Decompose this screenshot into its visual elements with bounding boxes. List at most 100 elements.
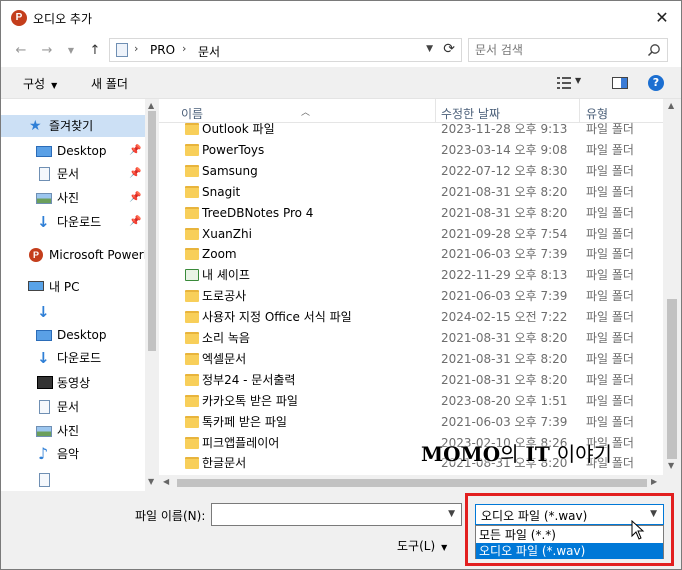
file-name: Outlook 파일 <box>202 122 275 136</box>
forward-arrow-icon[interactable]: → <box>39 43 55 59</box>
file-list-scroll-thumb[interactable] <box>667 299 677 459</box>
nav-item-pc-downloads-2[interactable]: ↓ 다운로드 <box>1 347 145 369</box>
chevron-down-icon[interactable]: ▼ <box>650 509 657 519</box>
folder-icon <box>185 123 199 135</box>
file-type-option-wav[interactable]: 오디오 파일 (*.wav) <box>476 543 663 559</box>
help-button[interactable]: ? <box>648 75 664 91</box>
view-details-icon[interactable] <box>557 77 571 89</box>
nav-item-videos[interactable]: 동영상 <box>1 372 145 394</box>
chevron-down-icon[interactable]: ▼ <box>448 509 455 519</box>
nav-item-quick-access[interactable]: ★ 즐겨찾기 <box>1 115 145 137</box>
pin-icon[interactable]: 📌 <box>129 163 141 185</box>
folder-icon <box>185 457 199 470</box>
pc-icon <box>28 281 44 291</box>
horizontal-scroll-thumb[interactable] <box>177 479 647 487</box>
file-name: 도로공사 <box>202 289 247 304</box>
nav-item-pc-pictures[interactable]: 사진 <box>1 420 145 442</box>
file-name: XuanZhi <box>202 226 252 241</box>
nav-scrollbar[interactable]: ▲ ▼ <box>145 99 159 491</box>
nav-item-label: 동영상 <box>57 376 91 390</box>
preview-pane-icon[interactable] <box>612 77 628 89</box>
file-row[interactable]: TreeDBNotes Pro 4 2021-08-31 오후 8:20 파일 폴더 <box>159 203 663 224</box>
file-row[interactable]: 도로공사 2021-06-03 오후 7:39 파일 폴더 <box>159 286 663 307</box>
tools-button[interactable]: 도구(L) ▼ <box>397 537 447 554</box>
file-row[interactable]: Outlook 파일 2023-11-28 오후 9:13 파일 폴더 <box>159 119 663 140</box>
file-list-vertical-scrollbar[interactable]: ▲ ▼ <box>663 99 681 475</box>
file-type: 파일 폴더 <box>586 351 634 366</box>
file-row[interactable]: 내 셰이프 2022-11-29 오후 8:13 파일 폴더 <box>159 265 663 286</box>
search-icon[interactable] <box>647 43 661 57</box>
nav-item-documents[interactable]: 문서 📌 <box>1 163 145 185</box>
download-icon: ↓ <box>37 349 50 367</box>
address-dropdown-chevron-icon[interactable]: ▼ <box>426 44 433 54</box>
organize-button[interactable]: 구성 ▼ <box>23 75 57 92</box>
search-input[interactable] <box>475 42 635 58</box>
view-options-chevron-icon[interactable]: ▼ <box>575 76 581 85</box>
mouse-cursor-icon <box>631 520 645 540</box>
scroll-up-icon[interactable]: ▲ <box>668 101 674 110</box>
nav-item-microsoft-powerpoint[interactable]: P Microsoft PowerP <box>1 244 145 266</box>
nav-item-desktop[interactable]: Desktop 📌 <box>1 140 145 162</box>
folder-location-icon <box>116 43 128 57</box>
nav-item-this-pc[interactable]: 내 PC <box>1 276 145 298</box>
file-row[interactable]: PowerToys 2023-03-14 오후 9:08 파일 폴더 <box>159 140 663 161</box>
file-row[interactable]: 소리 녹음 2021-08-31 오후 8:20 파일 폴더 <box>159 328 663 349</box>
nav-item-pc-downloads[interactable]: ↓ <box>1 301 145 323</box>
file-list-horizontal-scrollbar[interactable]: ◀ ▶ <box>159 475 663 491</box>
folder-icon <box>185 415 199 428</box>
file-row[interactable]: 엑셀문서 2021-08-31 오후 8:20 파일 폴더 <box>159 349 663 370</box>
refresh-icon[interactable]: ⟳ <box>443 41 455 57</box>
nav-item-pc-documents[interactable]: 문서 <box>1 396 145 418</box>
nav-item-pictures[interactable]: 사진 📌 <box>1 187 145 209</box>
file-row[interactable]: 정부24 - 문서출력 2021-08-31 오후 8:20 파일 폴더 <box>159 370 663 391</box>
up-arrow-icon[interactable]: ↑ <box>87 43 103 59</box>
breadcrumb-separator[interactable]: › <box>182 42 186 55</box>
nav-scroll-thumb[interactable] <box>148 111 156 351</box>
file-modified-date: 2021-06-03 오후 7:39 <box>441 289 568 304</box>
file-row[interactable]: Zoom 2021-06-03 오후 7:39 파일 폴더 <box>159 244 663 265</box>
breadcrumb-separator[interactable]: › <box>134 42 138 55</box>
nav-item-music[interactable]: ♪ 음악 <box>1 443 145 465</box>
file-type: 파일 폴더 <box>586 310 634 325</box>
nav-item-pc-desktop[interactable]: Desktop <box>1 324 145 346</box>
file-type: 파일 폴더 <box>586 289 634 304</box>
scroll-up-icon[interactable]: ▲ <box>148 101 154 110</box>
nav-item-label: 다운로드 <box>57 351 102 365</box>
desktop-icon <box>36 330 52 341</box>
file-modified-date: 2021-09-28 오후 7:54 <box>441 226 568 241</box>
file-row[interactable]: XuanZhi 2021-09-28 오후 7:54 파일 폴더 <box>159 224 663 245</box>
breadcrumb-pro[interactable]: PRO <box>150 43 175 57</box>
new-folder-button[interactable]: 새 폴더 <box>91 75 128 92</box>
file-type: 파일 폴더 <box>586 163 634 178</box>
nav-item-label: 문서 <box>57 400 80 414</box>
file-row[interactable]: 톡카페 받은 파일 2021-06-03 오후 7:39 파일 폴더 <box>159 412 663 433</box>
scroll-right-icon[interactable]: ▶ <box>651 477 657 486</box>
file-name: 엑셀문서 <box>202 351 247 366</box>
desktop-icon <box>36 146 52 157</box>
scroll-down-icon[interactable]: ▼ <box>668 461 674 470</box>
file-row[interactable]: 카카오톡 받은 파일 2023-08-20 오후 1:51 파일 폴더 <box>159 391 663 412</box>
file-list: ︿ 이름 수정한 날짜 유형 Outlook 파일 2023-11-28 오후 9… <box>159 99 681 491</box>
nav-item-downloads[interactable]: ↓ 다운로드 📌 <box>1 211 145 233</box>
nav-item-label: 내 PC <box>49 280 80 294</box>
file-row[interactable]: 사용자 지정 Office 서식 파일 2024-02-15 오전 7:22 파일 … <box>159 307 663 328</box>
back-arrow-icon[interactable]: ← <box>13 43 29 59</box>
pin-icon[interactable]: 📌 <box>129 211 141 233</box>
search-box[interactable] <box>468 38 668 62</box>
pin-icon[interactable]: 📌 <box>129 187 141 209</box>
scroll-down-icon[interactable]: ▼ <box>148 477 154 486</box>
folder-icon <box>185 332 199 344</box>
nav-item-pc-extra[interactable] <box>1 469 145 491</box>
address-bar[interactable]: › PRO › 문서 ▼ ⟳ <box>109 38 462 62</box>
file-row[interactable]: Samsung 2022-07-12 오후 8:30 파일 폴더 <box>159 161 663 182</box>
breadcrumb-documents[interactable]: 문서 <box>198 43 220 60</box>
pin-icon[interactable]: 📌 <box>129 140 141 162</box>
close-button[interactable]: ✕ <box>651 7 673 29</box>
recent-locations-chevron-icon[interactable]: ▼ <box>63 43 79 59</box>
file-row[interactable]: Snagit 2021-08-31 오후 8:20 파일 폴더 <box>159 182 663 203</box>
file-name-input[interactable] <box>216 507 436 522</box>
scroll-left-icon[interactable]: ◀ <box>163 477 169 486</box>
nav-item-label: Desktop <box>57 328 107 342</box>
file-type: 파일 폴더 <box>586 226 634 241</box>
file-name-combobox[interactable]: ▼ <box>211 503 462 526</box>
